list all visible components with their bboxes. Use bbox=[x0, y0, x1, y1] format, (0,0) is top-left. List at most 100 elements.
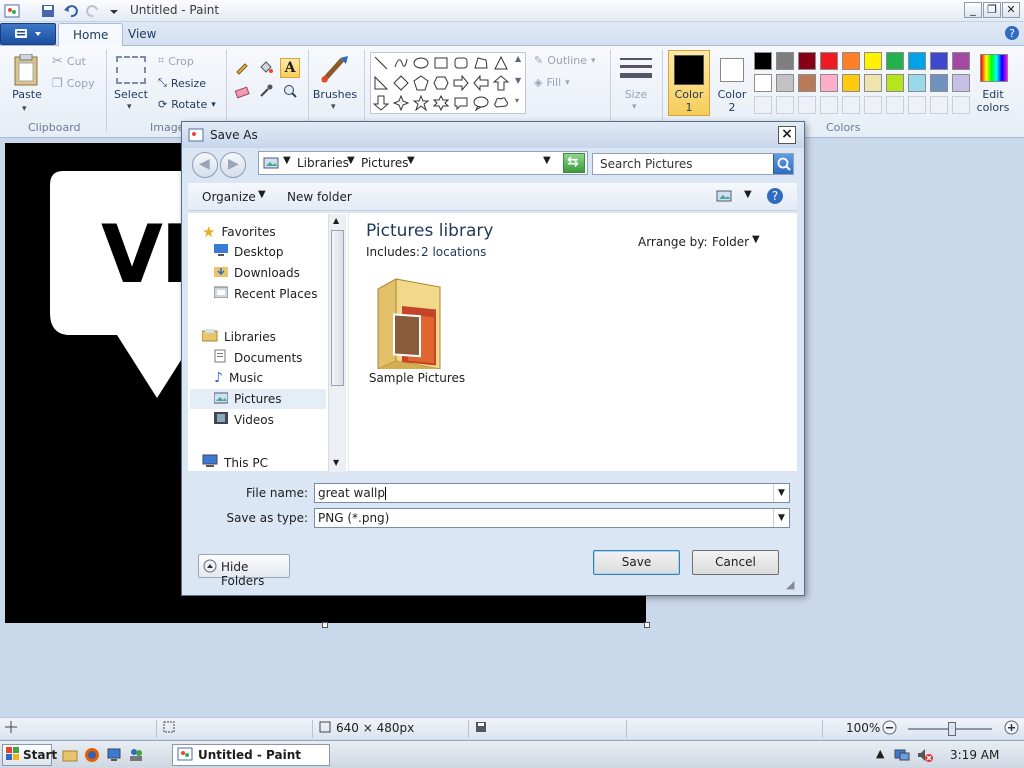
crop-button[interactable]: ⌗ Crop bbox=[158, 54, 194, 68]
search-box[interactable]: Search Pictures bbox=[592, 153, 794, 175]
diamond-shape-icon[interactable] bbox=[392, 74, 410, 92]
redo-icon[interactable] bbox=[85, 3, 101, 19]
show-hidden-tray-icon[interactable]: ▲ bbox=[876, 747, 884, 760]
search-button[interactable] bbox=[773, 154, 793, 174]
network-tray-icon[interactable] bbox=[894, 747, 910, 766]
brushes-button[interactable]: Brushes bbox=[312, 88, 358, 101]
right-arrow-shape-icon[interactable] bbox=[452, 74, 470, 92]
hexagon-shape-icon[interactable] bbox=[432, 74, 450, 92]
custom-color-slot[interactable] bbox=[952, 96, 970, 114]
volume-muted-tray-icon[interactable] bbox=[916, 747, 934, 766]
select-rect-icon[interactable] bbox=[116, 56, 146, 84]
undo-icon[interactable] bbox=[63, 3, 79, 19]
taskbar-item-paint[interactable]: Untitled - Paint bbox=[172, 744, 330, 766]
custom-color-slot[interactable] bbox=[864, 96, 882, 114]
text-tool[interactable]: A bbox=[280, 58, 300, 78]
size-dropdown-icon[interactable]: ▾ bbox=[632, 102, 637, 112]
paint-app-icon[interactable] bbox=[4, 3, 20, 19]
scroll-thumb[interactable] bbox=[331, 230, 344, 386]
zoom-slider-thumb[interactable] bbox=[948, 722, 956, 736]
five-point-star-shape-icon[interactable] bbox=[412, 94, 430, 112]
scroll-down-icon[interactable]: ▼ bbox=[333, 458, 339, 467]
paste-dropdown-icon[interactable]: ▾ bbox=[22, 104, 27, 114]
gallery-scroll-down-icon[interactable]: ▼ bbox=[515, 76, 521, 85]
pencil-tool[interactable] bbox=[232, 58, 252, 78]
brushes-dropdown-icon[interactable]: ▾ bbox=[331, 102, 336, 112]
clock[interactable]: 3:19 AM bbox=[950, 748, 999, 762]
palette-swatch[interactable] bbox=[798, 52, 816, 70]
edit-colors-label[interactable]: Edit bbox=[970, 88, 1016, 101]
help-icon[interactable]: ? bbox=[766, 187, 784, 208]
custom-color-slot[interactable] bbox=[908, 96, 926, 114]
save-button[interactable]: Save bbox=[593, 550, 680, 575]
palette-swatch[interactable] bbox=[864, 74, 882, 92]
explorer-quicklaunch-icon[interactable] bbox=[62, 747, 78, 766]
resize-handle-bottom[interactable] bbox=[322, 622, 328, 628]
palette-swatch[interactable] bbox=[886, 52, 904, 70]
palette-swatch[interactable] bbox=[886, 74, 904, 92]
hide-folders-button[interactable]: Hide Folders bbox=[198, 554, 290, 588]
nav-item-favorites[interactable]: ★ Favorites bbox=[202, 223, 276, 241]
palette-swatch[interactable] bbox=[908, 52, 926, 70]
maximize-button[interactable]: ❐ bbox=[983, 2, 1001, 18]
nav-item-documents[interactable]: Documents bbox=[214, 349, 302, 366]
file-name-input[interactable]: great wallp bbox=[318, 486, 385, 500]
save-type-select[interactable]: PNG (*.png) ▼ bbox=[314, 508, 790, 528]
nav-item-libraries[interactable]: Libraries bbox=[201, 328, 276, 345]
custom-color-slot[interactable] bbox=[842, 96, 860, 114]
cloud-callout-shape-icon[interactable] bbox=[492, 94, 510, 112]
resize-button[interactable]: ⤡ Resize bbox=[158, 76, 206, 90]
pentagon-shape-icon[interactable] bbox=[412, 74, 430, 92]
curve-shape-icon[interactable] bbox=[392, 54, 410, 72]
gallery-expand-icon[interactable]: ▾ bbox=[515, 96, 519, 105]
left-arrow-shape-icon[interactable] bbox=[472, 74, 490, 92]
edit-colors-icon[interactable] bbox=[980, 54, 1008, 82]
firefox-quicklaunch-icon[interactable] bbox=[84, 747, 100, 766]
arrange-by-dropdown-icon[interactable]: ▼ bbox=[752, 234, 760, 245]
palette-swatch[interactable] bbox=[908, 74, 926, 92]
palette-swatch[interactable] bbox=[842, 52, 860, 70]
select-button[interactable]: Select bbox=[112, 88, 150, 101]
close-button[interactable]: ✕ bbox=[1002, 2, 1020, 18]
custom-color-slot[interactable] bbox=[798, 96, 816, 114]
address-bar[interactable]: ▼ Libraries ▼ Pictures ▼ ▼ ⇆ bbox=[258, 151, 588, 175]
save-type-dropdown-icon[interactable]: ▼ bbox=[773, 509, 789, 527]
dialog-resize-grip-icon[interactable]: ◢ bbox=[786, 578, 794, 591]
magnifier-tool[interactable] bbox=[280, 82, 300, 102]
palette-swatch[interactable] bbox=[776, 52, 794, 70]
oval-shape-icon[interactable] bbox=[412, 54, 430, 72]
four-point-star-shape-icon[interactable] bbox=[392, 94, 410, 112]
palette-swatch[interactable] bbox=[952, 74, 970, 92]
breadcrumb-libraries[interactable]: Libraries bbox=[297, 156, 349, 170]
paste-icon[interactable] bbox=[12, 53, 42, 88]
minimize-button[interactable]: _ bbox=[964, 2, 982, 18]
down-arrow-shape-icon[interactable] bbox=[372, 94, 390, 112]
copy-button[interactable]: ❐ Copy bbox=[52, 76, 95, 90]
palette-swatch[interactable] bbox=[842, 74, 860, 92]
edit-colors-label-2[interactable]: colors bbox=[970, 101, 1016, 114]
palette-swatch[interactable] bbox=[798, 74, 816, 92]
customize-quick-access-icon[interactable] bbox=[106, 3, 122, 19]
custom-color-slot[interactable] bbox=[776, 96, 794, 114]
organize-dropdown-icon[interactable]: ▼ bbox=[258, 189, 266, 200]
gallery-scroll-up-icon[interactable]: ▲ bbox=[515, 54, 521, 63]
zoom-in-icon[interactable] bbox=[1004, 720, 1019, 738]
palette-swatch[interactable] bbox=[930, 74, 948, 92]
includes-locations-link[interactable]: 2 locations bbox=[421, 245, 486, 259]
users-quicklaunch-icon[interactable] bbox=[128, 747, 144, 766]
rectangle-shape-icon[interactable] bbox=[432, 54, 450, 72]
custom-color-slot[interactable] bbox=[886, 96, 904, 114]
color-picker-tool[interactable] bbox=[256, 82, 276, 102]
color2-swatch[interactable] bbox=[720, 58, 744, 82]
fill-tool[interactable] bbox=[256, 58, 276, 78]
palette-swatch[interactable] bbox=[952, 52, 970, 70]
network-quicklaunch-icon[interactable] bbox=[106, 747, 122, 766]
zoom-out-icon[interactable] bbox=[882, 720, 897, 738]
nav-item-downloads[interactable]: Downloads bbox=[214, 265, 300, 280]
up-arrow-shape-icon[interactable] bbox=[492, 74, 510, 92]
select-dropdown-icon[interactable]: ▾ bbox=[127, 102, 132, 112]
polygon-shape-icon[interactable] bbox=[472, 54, 490, 72]
rounded-callout-shape-icon[interactable] bbox=[452, 94, 470, 112]
forward-button[interactable]: ▶ bbox=[220, 152, 246, 178]
rotate-button[interactable]: ⟳ Rotate ▾ bbox=[158, 98, 216, 111]
